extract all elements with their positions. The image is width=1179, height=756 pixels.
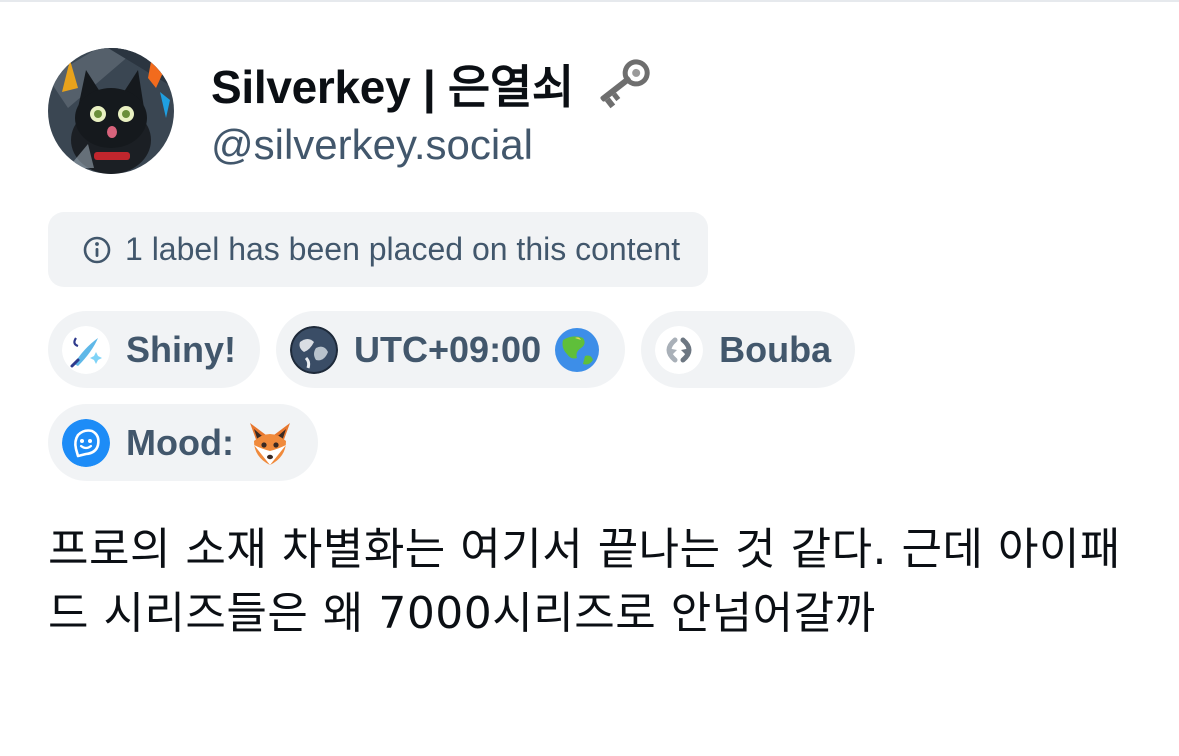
label-row: Mood: [48, 404, 1048, 481]
label-text: Bouba [719, 328, 832, 370]
label-row: Shiny! UTC+09:00 Bouba [48, 311, 1048, 388]
display-name-row: Silverkey | 은열쇠 [211, 53, 654, 115]
label-text: Shiny! [126, 328, 237, 370]
earth-asia-emoji [555, 327, 600, 372]
mood-face-icon [62, 418, 110, 467]
display-name[interactable]: Silverkey | 은열쇠 [211, 51, 574, 117]
author-handle[interactable]: @silverkey.social [211, 121, 654, 169]
info-circle-icon [83, 236, 111, 263]
label-text: Mood: [126, 421, 234, 463]
black-cat-avatar-icon [48, 48, 174, 174]
post-header: Silverkey | 은열쇠 @silverkey.social [48, 48, 654, 174]
label-pill-mood[interactable]: Mood: [48, 404, 318, 481]
label-pill-shiny[interactable]: Shiny! [48, 311, 261, 388]
post-body-text: 프로의 소재 차별화는 여기서 끝나는 것 같다. 근데 아이패드 시리즈들은 … [48, 524, 1121, 639]
moderation-notice-text: 1 label has been placed on this content [125, 231, 681, 267]
old-key-icon [590, 57, 654, 111]
bouba-arrows-icon [655, 325, 704, 374]
avatar[interactable] [48, 48, 174, 174]
fox-emoji [249, 422, 290, 465]
label-pill-utc[interactable]: UTC+09:00 [276, 311, 626, 388]
moderation-notice[interactable]: 1 label has been placed on this content [48, 212, 709, 287]
label-pill-bouba[interactable]: Bouba [641, 311, 856, 388]
sparkle-quill-icon [62, 325, 110, 374]
label-list: Shiny! UTC+09:00 Bouba Mood: [48, 311, 1048, 497]
label-text: UTC+09:00 [354, 328, 542, 370]
author-names: Silverkey | 은열쇠 @silverkey.social [211, 53, 654, 169]
top-divider [0, 0, 1179, 2]
globe-icon [290, 325, 339, 374]
